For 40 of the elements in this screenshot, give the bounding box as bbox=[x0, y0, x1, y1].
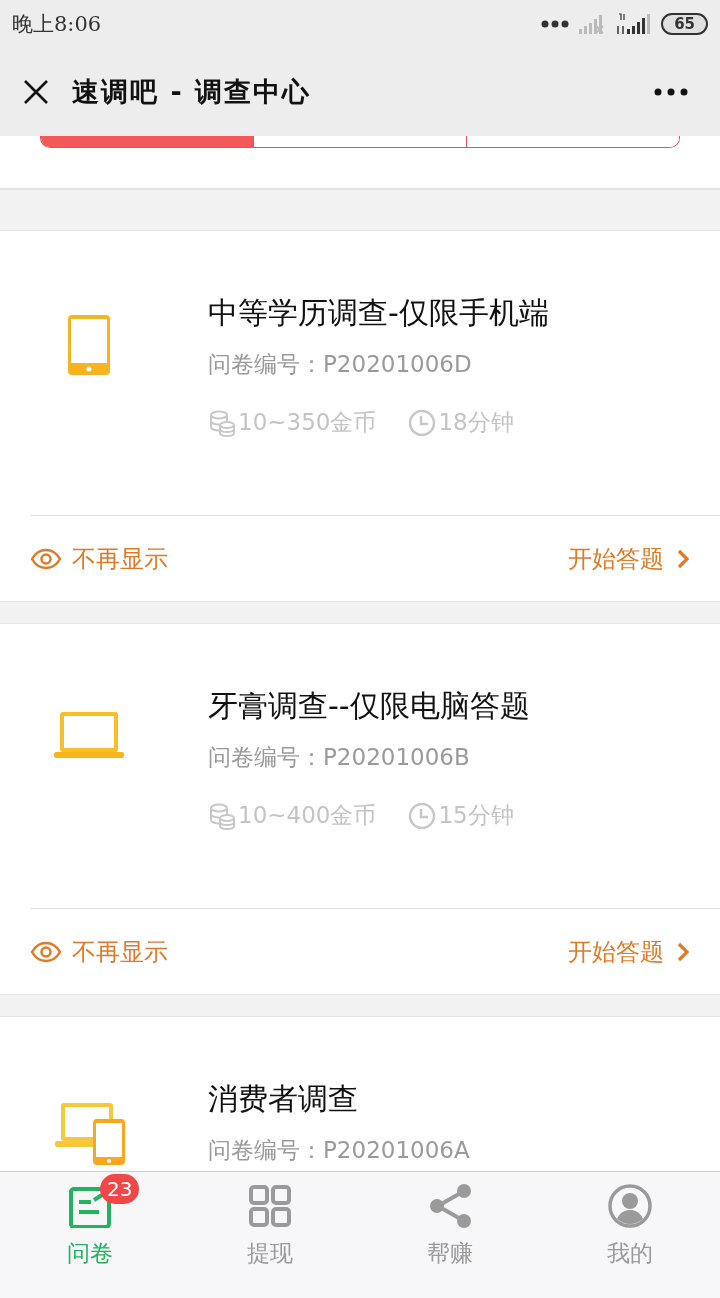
hide-link[interactable]: 不再显示 bbox=[30, 935, 168, 968]
eye-icon bbox=[30, 547, 62, 570]
survey-code: 问卷编号：P20201006A bbox=[208, 1136, 471, 1165]
count-badge: 23 bbox=[100, 1174, 140, 1204]
survey-title: 消费者调查 bbox=[208, 1080, 359, 1118]
more-icon bbox=[541, 19, 570, 29]
clock-icon bbox=[408, 801, 437, 830]
duration-text: 18分钟 bbox=[438, 408, 514, 437]
share-icon bbox=[428, 1184, 472, 1228]
survey-code: 问卷编号：P20201006B bbox=[208, 743, 471, 772]
segment-tab[interactable] bbox=[466, 136, 679, 147]
grid-icon bbox=[248, 1184, 292, 1228]
tab-item[interactable]: 帮赚 bbox=[360, 1172, 540, 1298]
tab-item[interactable]: 提现 bbox=[180, 1172, 360, 1298]
start-link[interactable]: 开始答题 bbox=[568, 935, 690, 968]
tab-item[interactable]: 我的 bbox=[540, 1172, 720, 1298]
hide-link[interactable]: 不再显示 bbox=[30, 542, 168, 575]
coins-icon bbox=[208, 801, 236, 830]
menu-icon[interactable] bbox=[654, 87, 688, 97]
survey-code: 问卷编号：P20201006D bbox=[208, 350, 473, 379]
chevron-right-icon bbox=[676, 940, 690, 963]
eye-icon bbox=[30, 940, 62, 963]
phone-icon bbox=[68, 315, 110, 375]
battery-icon: 65 bbox=[661, 13, 708, 35]
user-icon bbox=[608, 1184, 652, 1228]
survey-title: 中等学历调查-仅限手机端 bbox=[208, 294, 550, 332]
clock-icon bbox=[408, 408, 437, 437]
clock: 晚上8:06 bbox=[12, 11, 102, 38]
start-link[interactable]: 开始答题 bbox=[568, 542, 690, 575]
devices-icon bbox=[53, 1101, 125, 1165]
survey-title: 牙膏调查--仅限电脑答题 bbox=[208, 687, 531, 725]
tab-item[interactable]: 23 问卷 bbox=[0, 1172, 180, 1298]
reward-text: 10~350金币 bbox=[238, 408, 377, 437]
segment-tab[interactable] bbox=[41, 136, 253, 147]
coins-icon bbox=[208, 408, 236, 437]
duration-text: 15分钟 bbox=[438, 801, 514, 830]
page-title: 速调吧 - 调查中心 bbox=[72, 75, 312, 109]
close-icon[interactable] bbox=[22, 78, 50, 106]
reward-text: 10~400金币 bbox=[238, 801, 377, 830]
chevron-right-icon bbox=[676, 547, 690, 570]
